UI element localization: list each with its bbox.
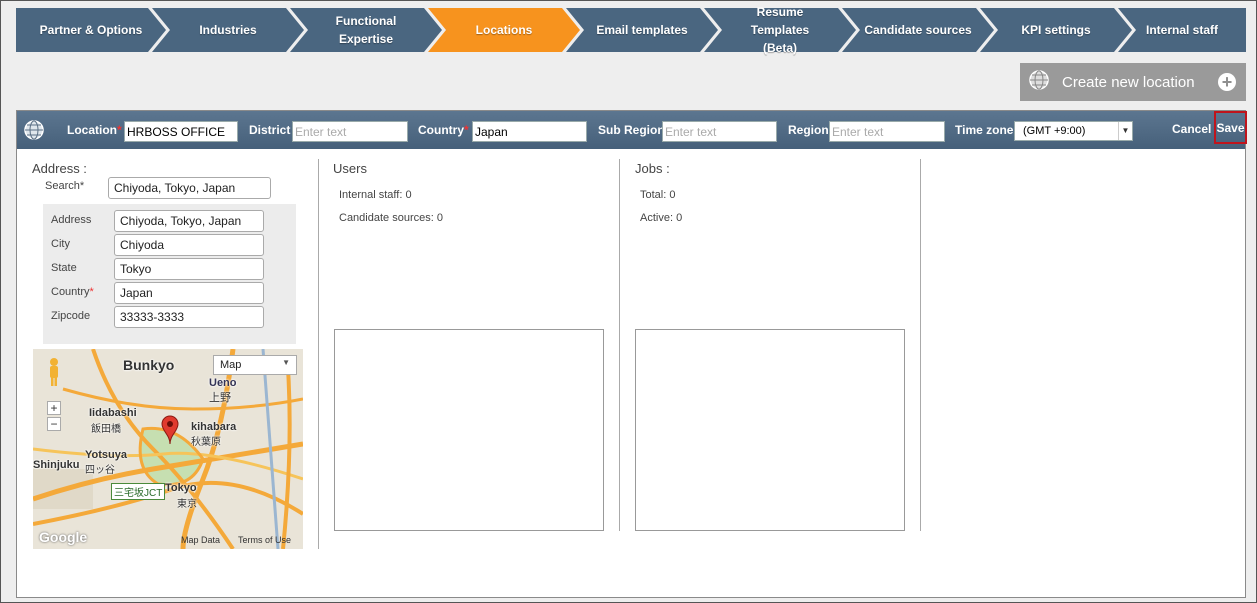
create-new-location-button[interactable]: Create new location + xyxy=(1020,63,1246,101)
plus-circle-icon: + xyxy=(1218,73,1236,91)
zipcode-field[interactable] xyxy=(114,306,264,328)
required-mark: * xyxy=(464,123,469,137)
address-title: Address : xyxy=(32,161,87,176)
map-label-ueno: Ueno xyxy=(209,377,237,389)
timezone-label: Time zone xyxy=(955,123,1014,137)
timezone-select[interactable]: (GMT +9:00) ▼ xyxy=(1014,121,1133,141)
map-label-tokyo-jp: 東京 xyxy=(177,499,197,510)
tab-resume-templates[interactable]: Resume Templates (Beta) xyxy=(704,5,856,55)
internal-staff-count: Internal staff: 0 xyxy=(339,189,412,201)
zipcode-label: Zipcode xyxy=(51,310,91,322)
country-label: Country* xyxy=(418,123,469,137)
settings-tab-bar: Partner & Options Industries Functional … xyxy=(16,5,1246,55)
globe-icon xyxy=(1028,69,1050,95)
location-map[interactable]: Bunkyo Ueno 上野 Iidabashi 飯田橋 kihabara 秋葉… xyxy=(33,349,303,549)
map-data-link[interactable]: Map Data xyxy=(181,535,220,545)
users-title: Users xyxy=(333,161,367,176)
country-input[interactable] xyxy=(472,121,587,142)
map-type-select[interactable]: Map ▼ xyxy=(213,355,297,375)
pegman-icon[interactable] xyxy=(47,357,61,392)
location-label: Location* xyxy=(67,123,122,137)
terms-of-use-link[interactable]: Terms of Use xyxy=(238,535,291,545)
jobs-total-count: Total: 0 xyxy=(640,189,676,201)
tab-label: Email templates xyxy=(596,23,688,37)
location-label-text: Location xyxy=(67,123,117,137)
map-label-tokyo: Tokyo xyxy=(165,482,197,494)
tab-partner-options[interactable]: Partner & Options xyxy=(16,8,166,52)
state-label: State xyxy=(51,262,77,274)
required-mark: * xyxy=(117,123,122,137)
country-field[interactable] xyxy=(114,282,264,304)
column-divider xyxy=(619,159,620,531)
timezone-value: (GMT +9:00) xyxy=(1023,125,1086,137)
country-label-text: Country xyxy=(418,123,464,137)
map-label-akihabara: kihabara xyxy=(191,421,237,433)
map-label-akihabara-jp: 秋葉原 xyxy=(191,437,221,448)
tab-label: Candidate sources xyxy=(864,23,972,37)
region-input[interactable] xyxy=(829,121,945,142)
address-label: Address xyxy=(51,214,92,226)
search-label: Search* xyxy=(45,180,85,192)
map-label-iidabashi-jp: 飯田橋 xyxy=(91,424,121,435)
tab-label: Partner & Options xyxy=(39,23,143,37)
tab-internal-staff[interactable]: Internal staff xyxy=(1118,8,1246,52)
tab-locations[interactable]: Locations xyxy=(428,8,580,52)
map-label-ueno-jp: 上野 xyxy=(209,392,231,404)
cancel-button[interactable]: Cancel xyxy=(1172,122,1211,136)
required-mark: * xyxy=(89,286,94,298)
district-input[interactable] xyxy=(292,121,408,142)
district-label: District xyxy=(249,123,291,137)
map-type-value: Map xyxy=(220,359,242,371)
zoom-in-button[interactable]: + xyxy=(47,401,61,415)
tab-kpi-settings[interactable]: KPI settings xyxy=(980,8,1132,52)
save-button[interactable]: Save xyxy=(1214,111,1247,144)
map-label-iidabashi: Iidabashi xyxy=(89,407,137,419)
google-logo: Google xyxy=(39,529,88,545)
tab-email-templates[interactable]: Email templates xyxy=(566,8,718,52)
subregion-label: Sub Region xyxy=(598,123,665,137)
location-name-input[interactable] xyxy=(124,121,238,142)
users-chart-box xyxy=(334,329,604,531)
city-label: City xyxy=(51,238,70,250)
state-field[interactable] xyxy=(114,258,264,280)
zoom-out-button[interactable]: − xyxy=(47,417,61,431)
map-pin-icon[interactable] xyxy=(161,415,179,450)
chevron-down-icon: ▼ xyxy=(282,358,290,367)
tab-label: Locations xyxy=(475,23,533,37)
map-label-yotsuya: Yotsuya xyxy=(85,449,127,461)
tab-label: Resume Templates (Beta) xyxy=(750,5,810,55)
map-label-jct: 三宅坂JCT xyxy=(111,483,166,500)
location-toolbar: Location* District Country* Sub Region R… xyxy=(17,111,1247,149)
map-label-yotsuya-jp: 四ッ谷 xyxy=(85,465,115,476)
chevron-down-icon: ▼ xyxy=(1118,122,1132,140)
create-new-location-label: Create new location xyxy=(1062,73,1195,91)
location-edit-panel: Location* District Country* Sub Region R… xyxy=(16,110,1247,598)
column-divider xyxy=(318,159,319,549)
map-label-bunkyo: Bunkyo xyxy=(123,357,175,373)
jobs-active-count: Active: 0 xyxy=(640,212,683,224)
tab-label: KPI settings xyxy=(1021,23,1091,37)
column-divider xyxy=(920,159,921,531)
region-label: Region xyxy=(788,123,829,137)
tab-functional-expertise[interactable]: Functional Expertise xyxy=(290,8,442,52)
address-field[interactable] xyxy=(114,210,264,232)
map-label-shinjuku: Shinjuku xyxy=(33,459,80,471)
globe-icon xyxy=(23,119,45,146)
jobs-title: Jobs : xyxy=(635,161,670,176)
country-label-text: Country xyxy=(51,286,90,298)
tab-label: Industries xyxy=(199,23,257,37)
subregion-input[interactable] xyxy=(662,121,777,142)
tab-label: Internal staff xyxy=(1145,23,1218,37)
city-field[interactable] xyxy=(114,234,264,256)
country-label: Country* xyxy=(51,286,94,298)
address-search-input[interactable] xyxy=(108,177,271,199)
candidate-sources-count: Candidate sources: 0 xyxy=(339,212,443,224)
tab-candidate-sources[interactable]: Candidate sources xyxy=(842,8,994,52)
tab-industries[interactable]: Industries xyxy=(152,8,304,52)
jobs-chart-box xyxy=(635,329,905,531)
tab-label: Functional Expertise xyxy=(335,14,397,46)
